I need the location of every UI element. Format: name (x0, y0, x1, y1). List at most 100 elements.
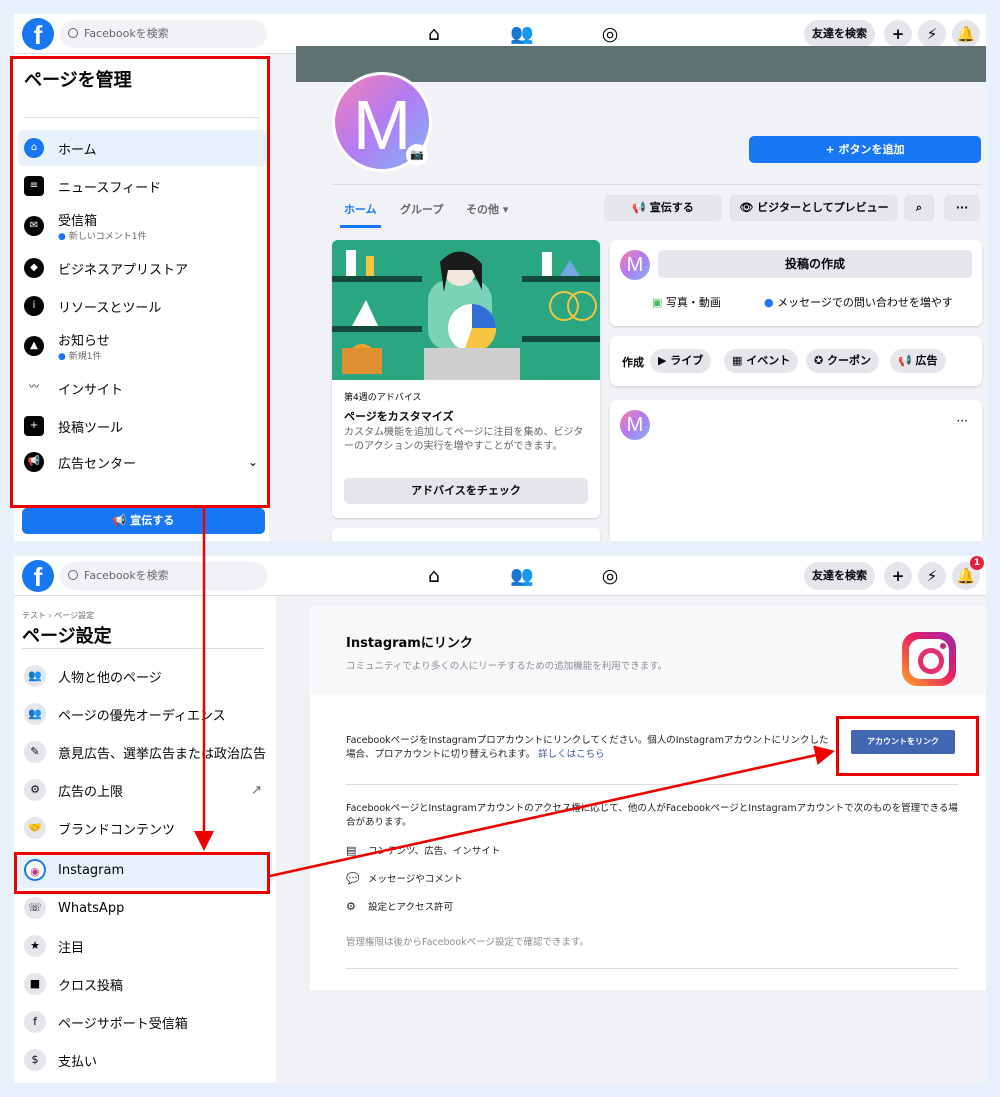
learn-more-link[interactable]: 詳しくはこちら (538, 749, 605, 760)
instagram-description: FacebookページをInstagramプロアカウントにリンクしてください。個… (346, 735, 829, 760)
home-icon[interactable]: ⌂ (422, 564, 446, 588)
home-icon[interactable]: ⌂ (422, 22, 446, 46)
divider (346, 968, 958, 969)
tab-groups[interactable]: グループ (400, 201, 443, 217)
sidebar-item-people[interactable]: 👥 人物と他のページ (18, 658, 272, 694)
publishing-icon: + (24, 416, 44, 436)
coupon-button[interactable]: ✪ クーポン (806, 349, 880, 373)
inbox-icon: ✉ (24, 216, 44, 236)
page-settings-screenshot: f Facebookを検索 ⌂ 👥 ◎ 友達を検索 + ⚡ 🔔 1 テスト › ペ… (14, 556, 986, 1083)
instagram-logo-icon (902, 632, 956, 686)
sidebar-item-inbox[interactable]: ✉受信箱新しいコメント1件 (18, 208, 266, 244)
promote-button[interactable]: 📢 宣伝する (22, 508, 265, 534)
create-card: 作成 ▶ ライブ ▦ イベント ✪ クーポン 📢 広告 (610, 336, 982, 386)
ad-button[interactable]: 📢 広告 (890, 349, 946, 373)
manage-page-sidebar: ページを管理 ⌂ホーム ≡ニュースフィード ✉受信箱新しいコメント1件 ◆ビジネ… (14, 54, 269, 541)
message-box-icon: ▤ (346, 844, 357, 857)
friends-icon[interactable]: 👥 (510, 564, 534, 588)
sidebar-item-featured[interactable]: ★ 注目 (18, 928, 272, 964)
promote-button[interactable]: 📢 宣伝する (604, 195, 722, 221)
search-input[interactable]: Facebookを検索 (60, 562, 267, 590)
search-icon[interactable]: ⌕ (904, 195, 934, 221)
breadcrumb: テスト › ページ設定 (22, 611, 95, 620)
chat-icon: 💬 (346, 872, 360, 885)
eye-icon: 👁 (739, 201, 758, 214)
footer-note: 管理権限は後からFacebookページ設定で確認できます。 (346, 937, 589, 948)
more-options-icon[interactable]: ··· (957, 414, 968, 428)
sidebar-item-ad-center[interactable]: 📢 広告センター ⌄ (18, 444, 266, 480)
friends-icon[interactable]: 👥 (510, 22, 534, 46)
live-icon: ▶ (658, 354, 671, 367)
sidebar-item-insights[interactable]: 〰インサイト (18, 370, 266, 406)
megaphone-icon: 📢 (632, 201, 650, 214)
check-advice-button[interactable]: アドバイスをチェック (344, 478, 588, 504)
sidebar-item-publishing-tools[interactable]: + 投稿ツール (18, 408, 266, 444)
avatar: M (620, 410, 650, 440)
access-description: FacebookページとInstagramアカウントのアクセス権に応じて、他の人… (346, 803, 958, 828)
sidebar-item-resources[interactable]: i リソースとツール (18, 288, 266, 324)
sidebar-item-notifications[interactable]: ▲お知らせ新規1件 (18, 328, 266, 364)
chevron-down-icon: ⌄ (247, 455, 258, 469)
sidebar-item-home[interactable]: ⌂ ホーム (18, 130, 266, 166)
sidebar-item-branded-content[interactable]: 🤝 ブランドコンテンツ (18, 810, 272, 846)
sidebar-item-political-ads[interactable]: ✎ 意見広告、選挙広告または政治広告 (18, 734, 272, 770)
composer-card: M 投稿の作成 ▣ 写真・動画 ● メッセージでの問い合わせを増やす (610, 240, 982, 326)
bell-icon[interactable]: 🔔 (952, 20, 980, 48)
facebook-logo-icon[interactable]: f (22, 18, 54, 50)
find-friends-button[interactable]: 友達を検索 (804, 562, 875, 590)
messages-button[interactable]: ● メッセージでの問い合わせを増やす (764, 294, 953, 310)
create-post-input[interactable]: 投稿の作成 (658, 250, 972, 278)
facebook-logo-icon[interactable]: f (22, 560, 54, 592)
permission-row-content: ▤ コンテンツ、広告、インサイト (346, 844, 501, 857)
sidebar-item-whatsapp[interactable]: ☏ WhatsApp (18, 890, 272, 926)
sidebar-item-instagram[interactable]: ◉ Instagram (18, 852, 272, 888)
create-plus-icon[interactable]: + (884, 20, 912, 48)
sidebar-item-crossposting[interactable]: ■ クロス投稿 (18, 966, 272, 1002)
live-button[interactable]: ▶ ライブ (650, 349, 712, 373)
info-icon: i (24, 296, 44, 316)
messenger-icon[interactable]: ⚡ (918, 562, 946, 590)
sidebar-item-newsfeed[interactable]: ≡ ニュースフィード (18, 168, 266, 204)
gear-icon: ⚙ (24, 779, 46, 801)
find-friends-button[interactable]: 友達を検索 (804, 20, 875, 48)
more-options-icon[interactable]: ··· (944, 195, 980, 221)
coupon-icon: ✪ (814, 354, 828, 367)
external-link-icon: ↗ (251, 782, 262, 798)
bell-icon[interactable]: 🔔 1 (952, 556, 984, 590)
instagram-link-panel: Instagramにリンク コミュニティでより多くの人にリーチするための追加機能… (310, 606, 986, 990)
sidebar-item-preferred-audience[interactable]: 👥 ページの優先オーディエンス (18, 696, 272, 732)
page-tabs: ホーム グループ その他 ▾ 📢 宣伝する 👁 ビジターとしてプレビュー ⌕ ·… (332, 184, 982, 230)
add-button[interactable]: + ボタンを追加 (749, 136, 981, 163)
handshake-icon: 🤝 (24, 817, 46, 839)
event-button[interactable]: ▦ イベント (724, 349, 799, 373)
manage-page-screenshot: f Facebookを検索 ⌂ 👥 ◎ 友達を検索 + ⚡ 🔔 ページを管理 ⌂… (14, 14, 986, 541)
avatar: M (620, 250, 650, 280)
groups-icon[interactable]: ◎ (598, 22, 622, 46)
home-icon: ⌂ (24, 138, 44, 158)
preview-as-visitor-button[interactable]: 👁 ビジターとしてプレビュー (730, 195, 898, 221)
create-label: 作成 (622, 356, 644, 369)
search-icon (68, 570, 78, 580)
tab-more[interactable]: その他 ▾ (466, 201, 508, 217)
megaphone-icon: 📢 (898, 354, 916, 367)
create-plus-icon[interactable]: + (884, 562, 912, 590)
advice-card: 第4週のアドバイス ページをカスタマイズ カスタム機能を追加してページに注目を集… (332, 240, 600, 518)
sidebar-item-ad-limits[interactable]: ⚙ 広告の上限 ↗ (18, 772, 272, 808)
advice-illustration (332, 240, 600, 380)
sidebar-item-business-app-store[interactable]: ◆ ビジネスアプリストア (18, 250, 266, 286)
camera-icon[interactable]: 📷 (406, 144, 428, 166)
photo-video-button[interactable]: ▣ 写真・動画 (652, 294, 721, 310)
sidebar-item-support-inbox[interactable]: f ページサポート受信箱 (18, 1004, 272, 1040)
search-input[interactable]: Facebookを検索 (60, 20, 267, 48)
tab-home[interactable]: ホーム (340, 201, 381, 228)
people-icon: 👥 (24, 665, 46, 687)
sidebar-title: ページを管理 (24, 70, 132, 91)
sidebar-item-payments[interactable]: $ 支払い (18, 1042, 272, 1078)
link-account-button[interactable]: アカウントをリンク (851, 730, 955, 754)
groups-icon[interactable]: ◎ (598, 564, 622, 588)
messenger-icon[interactable]: ⚡ (918, 20, 946, 48)
advice-body: カスタム機能を追加してページに注目を集め、ビジターのアクションの実行を増やすこと… (344, 427, 584, 452)
megaphone-icon: 📢 (112, 514, 131, 527)
insights-icon: 〰 (24, 378, 44, 398)
cube-icon: ◆ (24, 258, 44, 278)
